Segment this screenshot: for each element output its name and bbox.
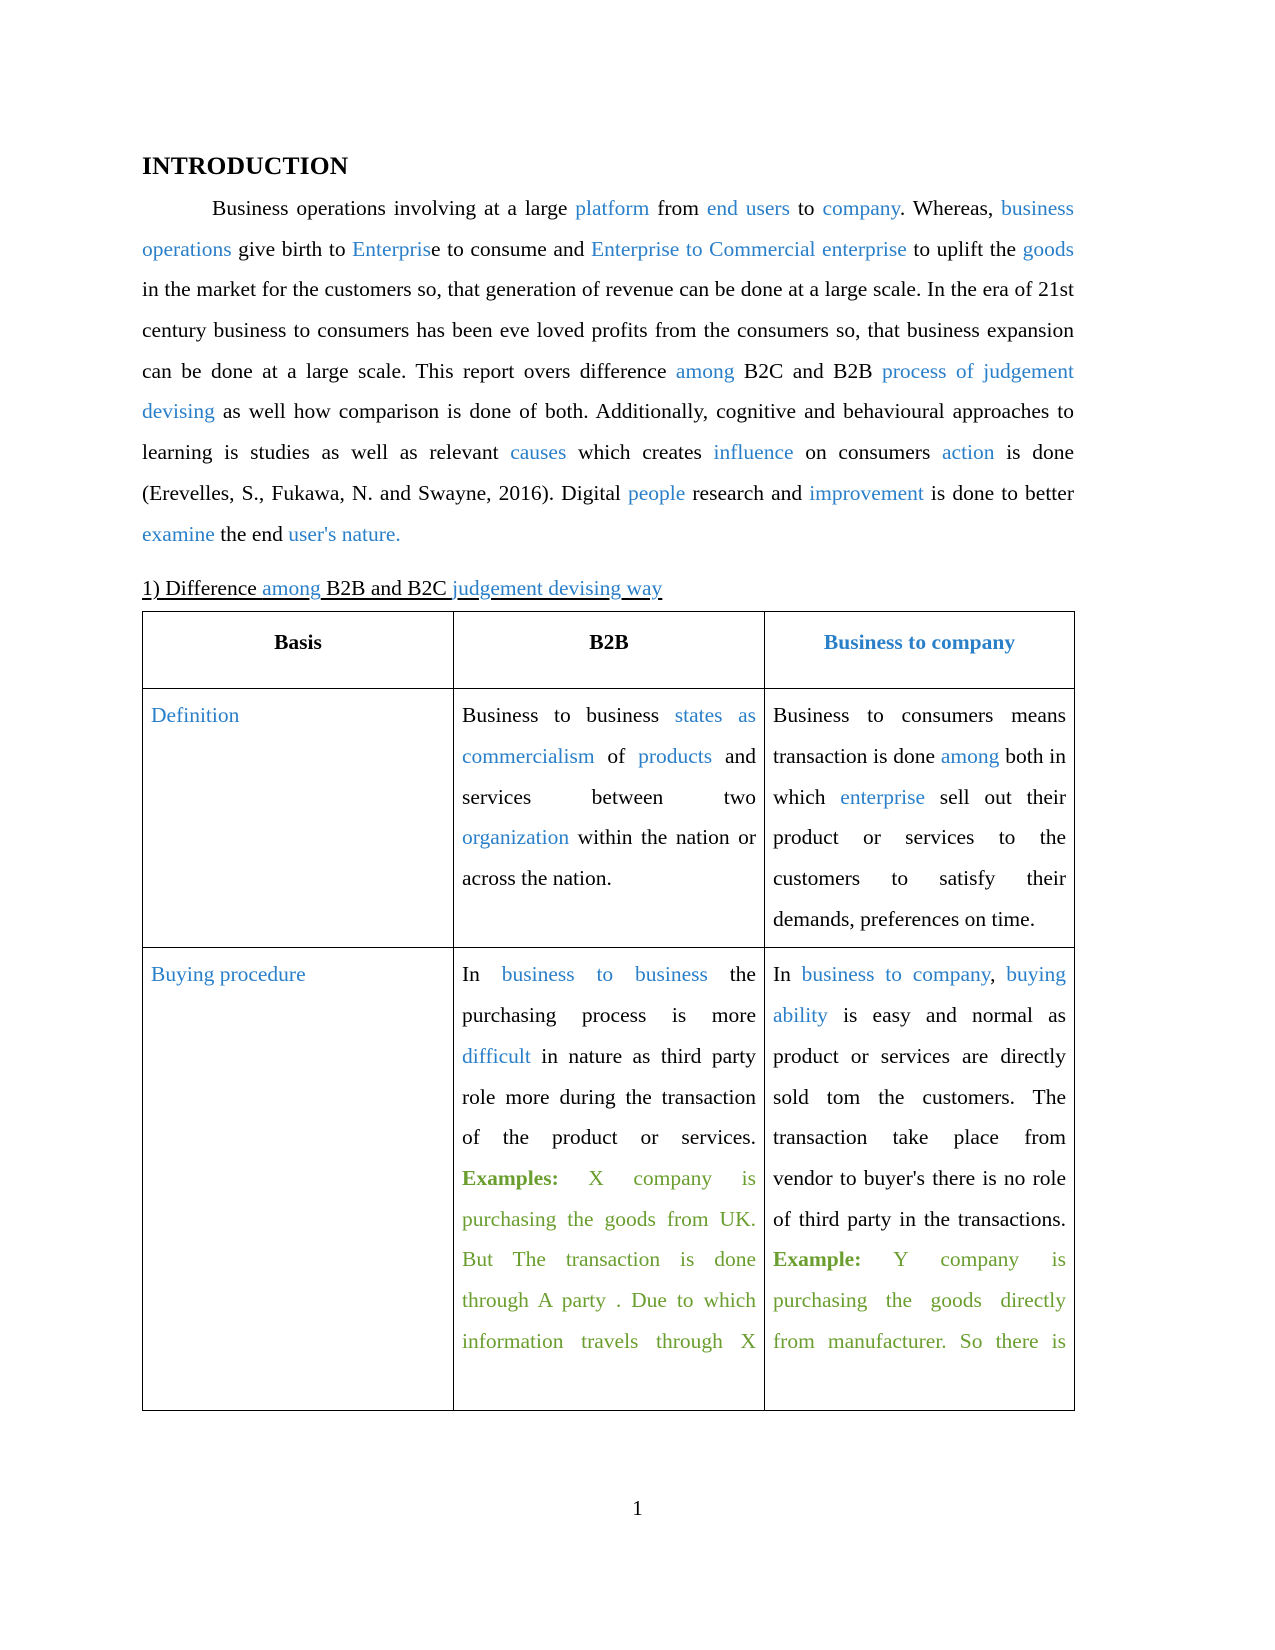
text-run: which creates xyxy=(566,440,714,465)
text-run: Enterpris xyxy=(352,236,431,261)
text-run: company xyxy=(822,195,900,220)
section-heading-1: 1) Difference among B2B and B2C judgemen… xyxy=(142,571,1074,605)
text-run: to xyxy=(789,195,823,220)
text-run: business to company xyxy=(801,962,991,987)
text-run: from xyxy=(649,195,707,220)
table-row: Buying procedure In business to business… xyxy=(142,947,1075,1412)
text-run: B2C and B2B xyxy=(734,358,883,383)
text-run: enterprise xyxy=(840,784,926,809)
text-run: X company is purchasing the goods from U… xyxy=(462,1165,756,1353)
text-run: Business to company xyxy=(823,630,1016,655)
text-run: Definition xyxy=(151,703,240,728)
text-run: is easy and normal as product or service… xyxy=(773,1003,1066,1231)
comparison-table: Basis B2B Business to company Definition… xyxy=(142,611,1075,1412)
text-run: B2B and B2C xyxy=(320,576,453,601)
text-run: people xyxy=(627,480,686,505)
text-run: on consumers xyxy=(793,440,942,465)
text-run: the end xyxy=(214,521,289,546)
text-run: In xyxy=(773,962,802,987)
text-run: organization xyxy=(462,825,570,850)
text-run: examine xyxy=(142,521,215,546)
document-page: INTRODUCTION Business operations involvi… xyxy=(0,0,1275,1650)
table-header-row: Basis B2B Business to company xyxy=(142,611,1075,690)
text-run: Basis xyxy=(274,630,322,655)
text-run: platform xyxy=(575,195,650,220)
text-run: improvement xyxy=(809,480,924,505)
text-run: In xyxy=(462,962,502,987)
page-number: 1 xyxy=(632,1496,643,1520)
text-run: Examples: xyxy=(462,1165,559,1190)
text-run: among xyxy=(675,358,735,383)
table-header-b2c: Business to company xyxy=(764,611,1075,690)
cell-basis: Buying procedure xyxy=(142,947,454,1412)
text-run: difficult xyxy=(462,1043,531,1068)
text-run: judgement devising way xyxy=(452,576,663,601)
text-run: Buying procedure xyxy=(151,962,306,987)
text-run: Example: xyxy=(773,1247,862,1272)
text-run: . Whereas, xyxy=(899,195,1002,220)
cell-basis: Definition xyxy=(142,688,454,949)
cell-b2b: In business to business the purchasing p… xyxy=(453,947,765,1412)
text-run: user's nature. xyxy=(288,521,401,546)
text-run: Enterprise to Commercial enterprise xyxy=(590,236,907,261)
text-run: to uplift the xyxy=(906,236,1023,261)
page-title: INTRODUCTION xyxy=(142,151,349,180)
text-run: business to business xyxy=(501,962,708,987)
text-run: among xyxy=(262,576,321,601)
table-header-b2b: B2B xyxy=(453,611,765,690)
cell-b2c: Business to consumers means transaction … xyxy=(764,688,1075,949)
text-run: Business to business xyxy=(462,703,675,728)
text-run: is done to better xyxy=(923,480,1074,505)
text-run: , xyxy=(990,962,1007,987)
text-run: goods xyxy=(1022,236,1074,261)
text-run: action xyxy=(942,440,995,465)
text-run: of xyxy=(594,743,639,768)
text-run: products xyxy=(638,743,713,768)
page-content: INTRODUCTION Business operations involvi… xyxy=(142,150,1075,1412)
text-run: end users xyxy=(706,195,790,220)
cell-b2c: In business to company, buying ability i… xyxy=(764,947,1075,1412)
text-run: research and xyxy=(685,480,810,505)
text-run: influence xyxy=(713,440,794,465)
text-run: B2B xyxy=(589,630,629,655)
table-header-basis: Basis xyxy=(142,611,454,690)
intro-paragraph: Business operations involving at a large… xyxy=(142,188,1074,554)
text-run: among xyxy=(940,743,1000,768)
text-run: give birth to xyxy=(231,236,353,261)
text-run: e to consume and xyxy=(430,236,591,261)
text-run: causes xyxy=(510,440,567,465)
text-run: Business operations involving at a large xyxy=(212,195,576,220)
text-run: 1) Difference xyxy=(142,576,263,601)
table-row: Definition Business to business states a… xyxy=(142,688,1075,949)
cell-b2b: Business to business states as commercia… xyxy=(453,688,765,949)
